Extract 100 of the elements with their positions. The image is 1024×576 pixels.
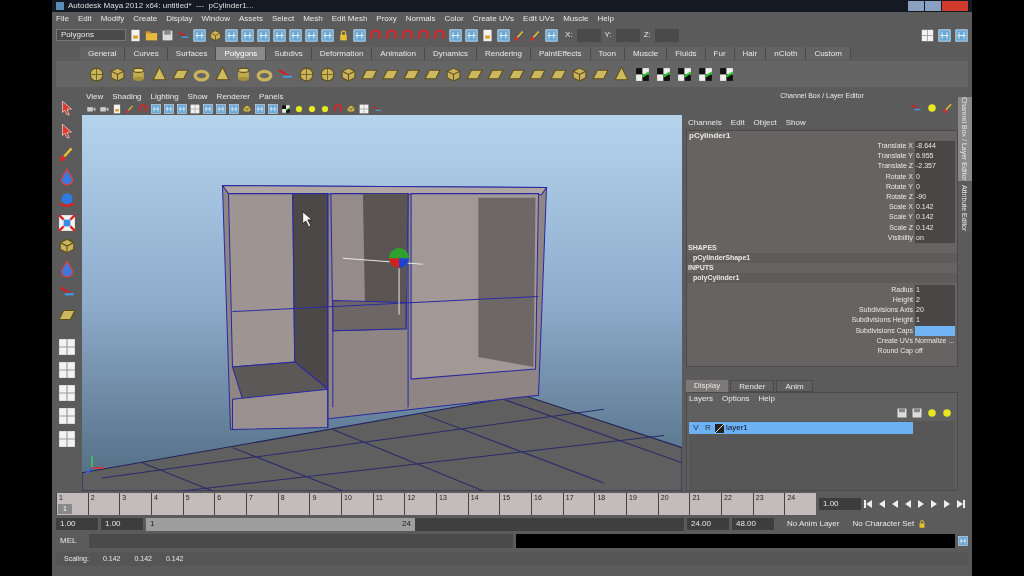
menu-item[interactable]: Edit (77, 12, 92, 25)
menu-item[interactable]: Select (271, 12, 295, 25)
checker-icon[interactable] (655, 65, 672, 83)
layout-icon[interactable] (190, 103, 200, 114)
folder-icon[interactable] (145, 28, 158, 42)
layer-menu-item[interactable]: Layers (689, 393, 713, 405)
menu-item[interactable]: Create UVs (472, 12, 515, 25)
menu-item[interactable]: File (56, 12, 69, 25)
grid-icon[interactable] (353, 28, 366, 42)
current-time-field[interactable]: 1.00 (819, 498, 861, 510)
layout-icon[interactable] (58, 361, 76, 379)
shelf-tab[interactable]: Custom (806, 47, 851, 60)
grid-icon[interactable] (321, 28, 334, 42)
anim-layer-dropdown[interactable]: No Anim Layer (777, 518, 840, 530)
shelf-tab[interactable]: Polygons (216, 47, 267, 60)
shelf-tab[interactable]: Surfaces (167, 47, 217, 60)
cone-icon[interactable] (151, 65, 168, 83)
menu-item[interactable]: Muscle (563, 12, 589, 25)
channel-menu-item[interactable]: Object (753, 117, 777, 129)
viewport-menu-item[interactable]: Show (187, 90, 208, 103)
grid-icon[interactable] (257, 28, 270, 42)
start-time-field[interactable]: 1.00 (56, 518, 98, 530)
shelf-tab[interactable]: Hair (734, 47, 767, 60)
grid-icon[interactable] (216, 103, 226, 114)
sphere-icon[interactable] (88, 65, 105, 83)
shelf-tab[interactable]: Fluids (667, 47, 706, 60)
layout-icon[interactable] (921, 28, 934, 42)
cube-icon[interactable] (109, 65, 126, 83)
light-icon[interactable] (320, 103, 330, 114)
scale-icon[interactable] (58, 214, 76, 232)
playback-button-icon[interactable] (955, 499, 965, 509)
cylinder-icon[interactable] (235, 65, 252, 83)
checker-icon[interactable] (697, 65, 714, 83)
checker-icon[interactable] (718, 65, 735, 83)
sphere-icon[interactable] (298, 65, 315, 83)
visibility-toggle[interactable]: V (691, 422, 701, 434)
menu-item[interactable]: Color (444, 12, 464, 25)
command-language-label[interactable]: MEL (56, 535, 86, 547)
shelf-tab[interactable]: nCloth (766, 47, 807, 60)
sphere-icon[interactable] (319, 65, 336, 83)
shelf-tab[interactable]: Dynamics (424, 47, 478, 60)
grid-icon[interactable] (164, 103, 174, 114)
grid-icon[interactable] (241, 28, 254, 42)
layer-editor-tab[interactable]: Display (686, 380, 729, 392)
checker-icon[interactable] (281, 103, 291, 114)
grid-icon[interactable] (229, 103, 239, 114)
layer-editor-tab[interactable]: Render (730, 380, 775, 392)
menu-item[interactable]: Edit UVs (523, 12, 555, 25)
layout-icon[interactable] (58, 338, 76, 356)
viewport-menu-item[interactable]: Panels (258, 90, 284, 103)
cube-icon[interactable] (209, 28, 222, 42)
light-icon[interactable] (926, 102, 938, 114)
checker-icon[interactable] (676, 65, 693, 83)
grid-icon[interactable] (225, 28, 238, 42)
cube-icon[interactable] (571, 65, 588, 83)
grid-icon[interactable] (177, 103, 187, 114)
grid-icon[interactable] (203, 103, 213, 114)
brush-icon[interactable] (513, 28, 526, 42)
lock-icon[interactable] (337, 28, 350, 42)
grid-icon[interactable] (193, 28, 206, 42)
grid-icon[interactable] (955, 28, 968, 42)
layer-menu-item[interactable]: Options (722, 393, 750, 405)
light-icon[interactable] (941, 407, 953, 419)
viewport-menu-item[interactable]: Shading (112, 90, 142, 103)
menu-item[interactable]: Modify (100, 12, 125, 25)
end-time-field[interactable]: 48.00 (732, 518, 774, 530)
shelf-tab[interactable]: Toon (590, 47, 625, 60)
cone-icon[interactable] (214, 65, 231, 83)
grid-icon[interactable] (268, 103, 278, 114)
viewport-menu-item[interactable]: Lighting (150, 90, 179, 103)
lock-icon[interactable] (917, 519, 928, 529)
channel-menu-item[interactable]: Channels (688, 117, 722, 129)
layer-menu-item[interactable]: Help (758, 393, 776, 405)
render-toggle[interactable]: R (703, 422, 713, 434)
layout-icon[interactable] (359, 103, 369, 114)
grid-icon[interactable] (497, 28, 510, 42)
attribute-value-field[interactable] (915, 325, 955, 336)
shelf-tab[interactable]: Subdivs (266, 47, 312, 60)
channel-menu-item[interactable]: Show (785, 117, 806, 129)
brush-icon[interactable] (125, 103, 135, 114)
menu-item[interactable]: Edit Mesh (331, 12, 368, 25)
cube-icon[interactable] (58, 237, 76, 255)
document-icon[interactable] (129, 28, 142, 42)
grid-icon[interactable] (938, 28, 951, 42)
menu-item[interactable]: Assets (238, 12, 263, 25)
playback-end-field[interactable]: 24.00 (687, 518, 729, 530)
checker-icon[interactable] (634, 65, 651, 83)
document-icon[interactable] (112, 103, 122, 114)
shelf-tab[interactable]: Rendering (477, 47, 531, 60)
channel-menu-item[interactable]: Edit (730, 117, 745, 129)
layout-icon[interactable] (58, 430, 76, 448)
menu-item[interactable]: Proxy (376, 12, 397, 25)
brush-icon[interactable] (529, 28, 542, 42)
character-set-dropdown[interactable]: No Character Set (842, 518, 915, 530)
light-icon[interactable] (294, 103, 304, 114)
menu-item[interactable]: Create (133, 12, 158, 25)
shelf-tab[interactable]: Curves (125, 47, 168, 60)
shelf-tab[interactable]: PaintEffects (531, 47, 591, 60)
layout-icon[interactable] (58, 384, 76, 402)
grid-icon[interactable] (151, 103, 161, 114)
